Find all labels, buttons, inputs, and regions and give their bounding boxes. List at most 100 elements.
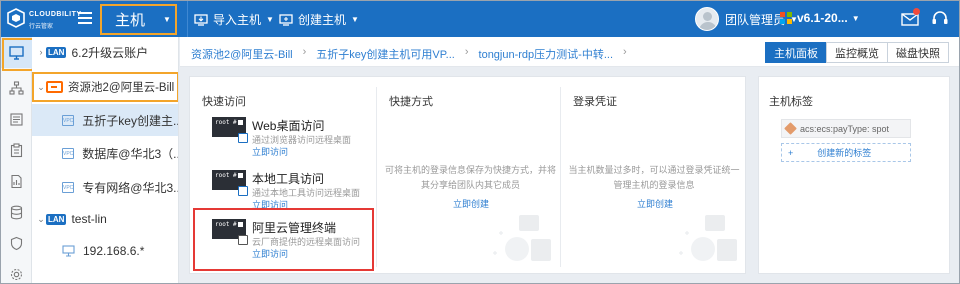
windows-grid-icon [780, 12, 792, 24]
import-icon [194, 13, 208, 26]
cloudbility-logo[interactable]: CLOUDBILITY 行云管家 [7, 7, 81, 31]
web-desktop-access[interactable]: root # Web桌面访问 通过浏览器访问远程桌面 立即访问 [212, 115, 362, 158]
create-tag-button[interactable]: + 创建新的标签 [781, 143, 911, 162]
rail-list[interactable] [1, 104, 32, 135]
mode-selector[interactable]: 主机 ▼ [100, 4, 177, 35]
headset-icon[interactable] [931, 10, 949, 27]
shortcuts-empty-text: 可将主机的登录信息保存为快捷方式，并将 其分享给团队内其它成员 [383, 163, 558, 193]
tag-chip[interactable]: acs:ecs:payType: spot [781, 119, 911, 138]
view-tabs: 主机面板 监控概览 磁盘快照 [765, 42, 949, 63]
tag-chip-label: acs:ecs:payType: spot [800, 123, 890, 134]
credentials-empty-text: 当主机数量过多时，可以通过登录凭证统一 管理主机的登录信息 [565, 163, 743, 193]
chevron-right-icon: › [623, 46, 627, 58]
vpc-icon: VPC [62, 114, 75, 126]
chevron-down-icon: ⌄ [37, 81, 45, 92]
empty-text-line: 可将主机的登录信息保存为快捷方式，并将 [384, 165, 556, 175]
tab-host-panel[interactable]: 主机面板 [765, 42, 827, 63]
rail-settings[interactable] [1, 259, 32, 284]
avatar [695, 7, 719, 31]
brand-name: CLOUDBILITY [29, 11, 82, 18]
import-host-button[interactable]: 导入主机 ▼ [194, 11, 274, 28]
empty-text-line: 其分享给团队内其它成员 [420, 180, 520, 190]
shield-icon [10, 236, 23, 251]
rail-database[interactable] [1, 197, 32, 228]
tree-item-vpc-3[interactable]: VPC 专有网络@华北3... [32, 172, 178, 202]
menu-icon[interactable] [78, 12, 92, 24]
mode-selector-label: 主机 [115, 12, 146, 29]
credentials-title: 登录凭证 [573, 96, 617, 108]
access-now-link[interactable]: 立即访问 [252, 145, 288, 158]
access-title: Web桌面访问 [252, 119, 325, 133]
tree-item-cloud-account[interactable]: › LAN 6.2升级云账户 [32, 42, 178, 62]
shortcuts-title: 快捷方式 [389, 96, 433, 108]
lan-badge: LAN [46, 213, 67, 225]
tree-item-vpc-2[interactable]: VPC 数据库@华北3（... [32, 138, 179, 168]
empty-text-line: 管理主机的登录信息 [613, 180, 695, 190]
chevron-right-icon: › [39, 47, 43, 57]
import-host-label: 导入主机 [213, 13, 262, 27]
vpc-icon: VPC [62, 147, 75, 159]
host-tags-title: 主机标签 [769, 96, 813, 108]
empty-text-line: 当主机数量过多时，可以通过登录凭证统一 [568, 165, 740, 175]
notification-dot [913, 8, 920, 15]
shortcuts-section: 快捷方式 可将主机的登录信息保存为快捷方式，并将 其分享给团队内其它成员 立即创… [377, 77, 560, 273]
tab-disk-snapshot[interactable]: 磁盘快照 [887, 42, 949, 63]
local-tool-access[interactable]: root # 本地工具访问 通过本地工具访问远程桌面 立即访问 [212, 168, 362, 210]
tab-monitor-overview[interactable]: 监控概览 [826, 42, 888, 63]
create-host-icon [279, 13, 293, 26]
chevron-down-icon: ▼ [851, 13, 860, 23]
create-host-button[interactable]: 创建主机 ▼ [279, 11, 359, 28]
tree-item-label: 资源池2@阿里云-Bill [68, 82, 175, 94]
create-host-label: 创建主机 [298, 13, 347, 27]
create-shortcut-link[interactable]: 立即创建 [453, 197, 489, 210]
chevron-right-icon: › [464, 46, 469, 58]
topology-icon [9, 81, 24, 95]
monitor-icon [9, 46, 24, 60]
tree-item-vpc-1[interactable]: VPC 五折子key创建主... [32, 104, 179, 136]
breadcrumb-item[interactable]: 五折子key创建主机可用VP... [316, 46, 455, 62]
rail-hosts[interactable] [1, 37, 35, 71]
aliyun-icon [46, 81, 63, 93]
vpc-icon-text: VPC [63, 150, 74, 157]
local-tool-icon [238, 186, 248, 196]
tree-item-resource-pool[interactable]: ⌄ 资源池2@阿里云-Bill [32, 72, 178, 102]
list-icon [10, 113, 23, 126]
plus-icon: + [788, 147, 794, 158]
breadcrumb-item[interactable]: tongjun-rdp压力测试-中转... [479, 46, 613, 62]
vpc-icon: VPC [62, 181, 75, 193]
chevron-down-icon: ▼ [351, 15, 359, 24]
create-credential-link[interactable]: 立即创建 [637, 197, 673, 210]
user-name: 团队管理员 [725, 12, 786, 27]
breadcrumb-item[interactable]: 资源池2@阿里云-Bill [191, 46, 293, 62]
top-bar: CLOUDBILITY 行云管家 主机 ▼ 导入主机 ▼ 创建主机 ▼ 团队管理… [1, 1, 959, 37]
brand-name-cn: 行云管家 [29, 24, 54, 30]
browser-icon [238, 133, 248, 143]
report-icon [11, 174, 22, 189]
gear-icon [10, 268, 23, 281]
tree-item-label: 6.2升级云账户 [71, 45, 149, 60]
lan-badge: LAN [46, 46, 67, 58]
aliyun-console-highlight [193, 208, 374, 271]
rail-security[interactable] [1, 228, 32, 259]
access-title: 本地工具访问 [252, 172, 325, 186]
version-menu[interactable]: v6.1-20... ▼ [780, 11, 860, 25]
rail-report[interactable] [1, 166, 32, 197]
tree-item-label: 数据库@华北3（... [82, 146, 179, 161]
rail-clipboard[interactable] [1, 135, 32, 166]
credentials-section: 登录凭证 当主机数量过多时，可以通过登录凭证统一 管理主机的登录信息 立即创建 [561, 77, 745, 273]
rail-topology[interactable] [1, 73, 32, 104]
terminal-icon-text: root # [215, 172, 237, 179]
quick-access-title: 快速访问 [202, 96, 246, 108]
tree-item-label: 五折子key创建主... [82, 113, 179, 128]
terminal-icon-text: root # [215, 119, 237, 126]
tree-item-subnet[interactable]: 192.168.6.* [32, 240, 178, 262]
host-tags-panel: 主机标签 acs:ecs:payType: spot + 创建新的标签 [758, 76, 950, 274]
vpc-icon-text: VPC [63, 184, 74, 191]
cloudbility-logo-icon [7, 8, 25, 28]
host-icon [62, 245, 75, 257]
database-icon [10, 205, 23, 220]
tree-item-label: test-lin [71, 212, 107, 226]
tree-item-test-lin[interactable]: ⌄ LAN test-lin [32, 209, 178, 229]
chevron-down-icon: ▼ [266, 15, 274, 24]
vpc-icon-text: VPC [63, 117, 74, 124]
